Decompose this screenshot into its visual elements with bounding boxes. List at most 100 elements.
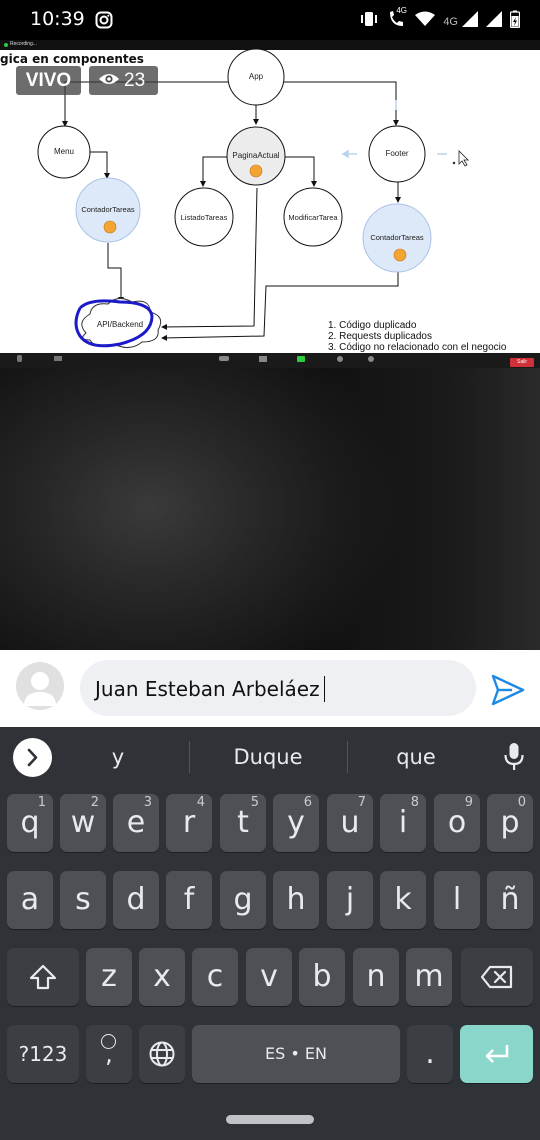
key-f[interactable]: f bbox=[166, 871, 212, 929]
enter-key[interactable] bbox=[460, 1025, 533, 1083]
voice-input-button[interactable] bbox=[501, 741, 527, 771]
suggestion-1[interactable]: y bbox=[68, 745, 168, 769]
symbols-key[interactable]: ?123 bbox=[7, 1025, 79, 1083]
live-badge: VIVO bbox=[16, 66, 81, 95]
key-h[interactable]: h bbox=[273, 871, 319, 929]
key-j[interactable]: j bbox=[327, 871, 373, 929]
shared-screen: Recording... gica en componentes App Men… bbox=[0, 40, 540, 353]
key-n-tilde[interactable]: ñ bbox=[487, 871, 533, 929]
enter-icon bbox=[485, 1045, 508, 1063]
key-label: u bbox=[340, 805, 360, 840]
key-c[interactable]: c bbox=[192, 948, 238, 1006]
key-label: p bbox=[500, 805, 520, 840]
chat-icon bbox=[259, 356, 267, 362]
key-a[interactable]: a bbox=[7, 871, 53, 929]
period-key[interactable]: . bbox=[407, 1025, 453, 1083]
language-key[interactable] bbox=[139, 1025, 185, 1083]
viewer-count: 23 bbox=[124, 70, 146, 91]
key-o[interactable]: o9 bbox=[434, 794, 480, 852]
key-number-hint: 2 bbox=[90, 795, 99, 810]
key-r[interactable]: r4 bbox=[166, 794, 212, 852]
key-m[interactable]: m bbox=[406, 948, 452, 1006]
key-n[interactable]: n bbox=[353, 948, 399, 1006]
mic-icon bbox=[17, 355, 22, 362]
key-l[interactable]: l bbox=[434, 871, 480, 929]
key-q[interactable]: q1 bbox=[7, 794, 53, 852]
chat-input-text: Juan Esteban Arbeláez bbox=[95, 676, 326, 702]
key-u[interactable]: u7 bbox=[327, 794, 373, 852]
key-number-hint: 5 bbox=[250, 795, 259, 810]
video-icon bbox=[54, 356, 62, 361]
suggestion-2[interactable]: Duque bbox=[200, 745, 336, 769]
key-v[interactable]: v bbox=[246, 948, 292, 1006]
key-b[interactable]: b bbox=[299, 948, 345, 1006]
chat-bar: Juan Esteban Arbeláez bbox=[0, 650, 540, 727]
chevron-right-icon bbox=[27, 748, 38, 767]
emoji-comma-key[interactable]: , bbox=[86, 1025, 132, 1083]
user-avatar-icon bbox=[16, 662, 64, 710]
note-item: 3. Código no relacionado con el negocio bbox=[328, 342, 507, 353]
key-t[interactable]: t5 bbox=[220, 794, 266, 852]
suggestion-3[interactable]: que bbox=[366, 745, 466, 769]
node-menu: Menu bbox=[53, 147, 74, 156]
screen: 10:39 4G 4G Recording... gica en compone… bbox=[0, 0, 540, 1140]
node-contador-tareas-left: ContadorTareas bbox=[81, 205, 135, 214]
space-key[interactable]: ES • EN bbox=[192, 1025, 400, 1083]
key-g[interactable]: g bbox=[220, 871, 266, 929]
key-number-hint: 4 bbox=[196, 795, 205, 810]
key-label: y bbox=[287, 805, 305, 840]
node-contador-tareas-right: ContadorTareas bbox=[370, 233, 424, 242]
wifi-icon bbox=[415, 11, 436, 32]
status-time: 10:39 bbox=[30, 8, 85, 30]
key-k[interactable]: k bbox=[380, 871, 426, 929]
key-w[interactable]: w2 bbox=[60, 794, 106, 852]
key-s[interactable]: s bbox=[60, 871, 106, 929]
key-number-hint: 9 bbox=[464, 795, 473, 810]
comma-label: , bbox=[105, 1040, 113, 1068]
expand-suggestions-button[interactable] bbox=[13, 738, 52, 777]
key-number-hint: 8 bbox=[410, 795, 419, 810]
share-screen-icon bbox=[297, 356, 305, 362]
key-label: t bbox=[237, 805, 249, 840]
signal-icon bbox=[462, 11, 478, 32]
globe-icon bbox=[149, 1041, 175, 1067]
shift-key[interactable] bbox=[7, 948, 79, 1006]
node-modificar-tarea: ModificarTarea bbox=[288, 213, 338, 222]
key-label: w bbox=[70, 805, 96, 840]
key-label: q bbox=[20, 805, 40, 840]
reactions-icon bbox=[368, 356, 374, 362]
instagram-icon bbox=[95, 11, 113, 34]
key-p[interactable]: p0 bbox=[487, 794, 533, 852]
viewer-count-badge: 23 bbox=[89, 66, 158, 95]
key-d[interactable]: d bbox=[113, 871, 159, 929]
backspace-icon bbox=[480, 965, 513, 989]
shift-icon bbox=[29, 964, 57, 990]
key-label: o bbox=[447, 805, 467, 840]
send-button[interactable] bbox=[488, 672, 528, 708]
key-number-hint: 6 bbox=[303, 795, 312, 810]
key-number-hint: 7 bbox=[357, 795, 366, 810]
network-type-label: 4G bbox=[396, 6, 407, 15]
key-y[interactable]: y6 bbox=[273, 794, 319, 852]
eye-icon bbox=[98, 66, 120, 95]
camera-video bbox=[0, 368, 540, 650]
suggestion-strip: y Duque que bbox=[0, 727, 540, 787]
key-z[interactable]: z bbox=[86, 948, 132, 1006]
key-e[interactable]: e3 bbox=[113, 794, 159, 852]
meeting-toolbar: Salir bbox=[0, 353, 540, 368]
note-item: 2. Requests duplicados bbox=[328, 331, 432, 342]
keyboard: y Duque que q1 w2 e3 r4 t5 y6 u7 i8 o9 p… bbox=[0, 727, 540, 1100]
backspace-key[interactable] bbox=[461, 948, 533, 1006]
key-i[interactable]: i8 bbox=[380, 794, 426, 852]
node-pagina-actual: PaginaActual bbox=[232, 151, 280, 160]
key-x[interactable]: x bbox=[139, 948, 185, 1006]
vibrate-icon bbox=[359, 11, 379, 32]
home-gesture-handle[interactable] bbox=[226, 1115, 314, 1124]
leave-meeting-button[interactable]: Salir bbox=[510, 358, 534, 367]
signal-icon-2 bbox=[486, 11, 502, 32]
status-icons: 4G 4G bbox=[359, 6, 521, 33]
node-listado-tareas: ListadoTareas bbox=[180, 213, 228, 222]
chat-input[interactable]: Juan Esteban Arbeláez bbox=[80, 660, 476, 716]
network-type-label-2: 4G bbox=[443, 15, 458, 28]
key-number-hint: 3 bbox=[143, 795, 152, 810]
